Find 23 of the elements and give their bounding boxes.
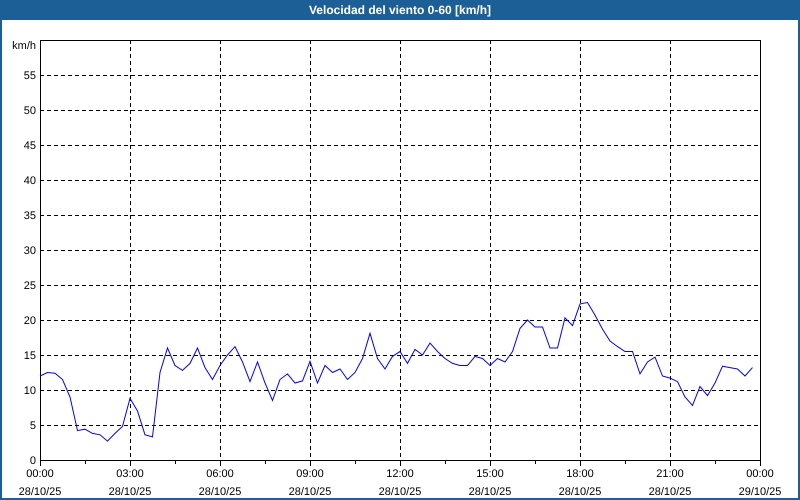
axis-tick-label: 20 xyxy=(24,315,36,327)
axis-tick-label: 45 xyxy=(24,140,36,152)
axis-tick-label: 5 xyxy=(30,420,36,432)
axis-tick-label: 30 xyxy=(24,245,36,257)
axis-tick-label: 06:00 28/10/25 xyxy=(198,468,242,498)
axis-tick-label: 15 xyxy=(24,350,36,362)
y-axis-label: km/h xyxy=(12,40,36,52)
axis-tick-label: 21:00 28/10/25 xyxy=(648,468,692,498)
axis-tick-label: 00:00 28/10/25 xyxy=(18,468,62,498)
axis-tick-label: 10 xyxy=(24,385,36,397)
axis-tick-label: 0 xyxy=(30,455,36,467)
axis-tick-label: 25 xyxy=(24,280,36,292)
axis-tick-label: 50 xyxy=(24,105,36,117)
axis-tick-label: 09:00 28/10/25 xyxy=(288,468,332,498)
axis-tick-label: 00:00 29/10/25 xyxy=(738,468,782,498)
axis-tick-label: 15:00 28/10/25 xyxy=(468,468,512,498)
axis-tick-label: 35 xyxy=(24,210,36,222)
axis-tick-label: 18:00 28/10/25 xyxy=(558,468,602,498)
axis-tick-label: 55 xyxy=(24,70,36,82)
axis-tick-label: 12:00 28/10/25 xyxy=(378,468,422,498)
axis-tick-label: 40 xyxy=(24,175,36,187)
axis-tick-label: 03:00 28/10/25 xyxy=(108,468,152,498)
chart-title: Velocidad del viento 0-60 [km/h] xyxy=(308,3,492,17)
